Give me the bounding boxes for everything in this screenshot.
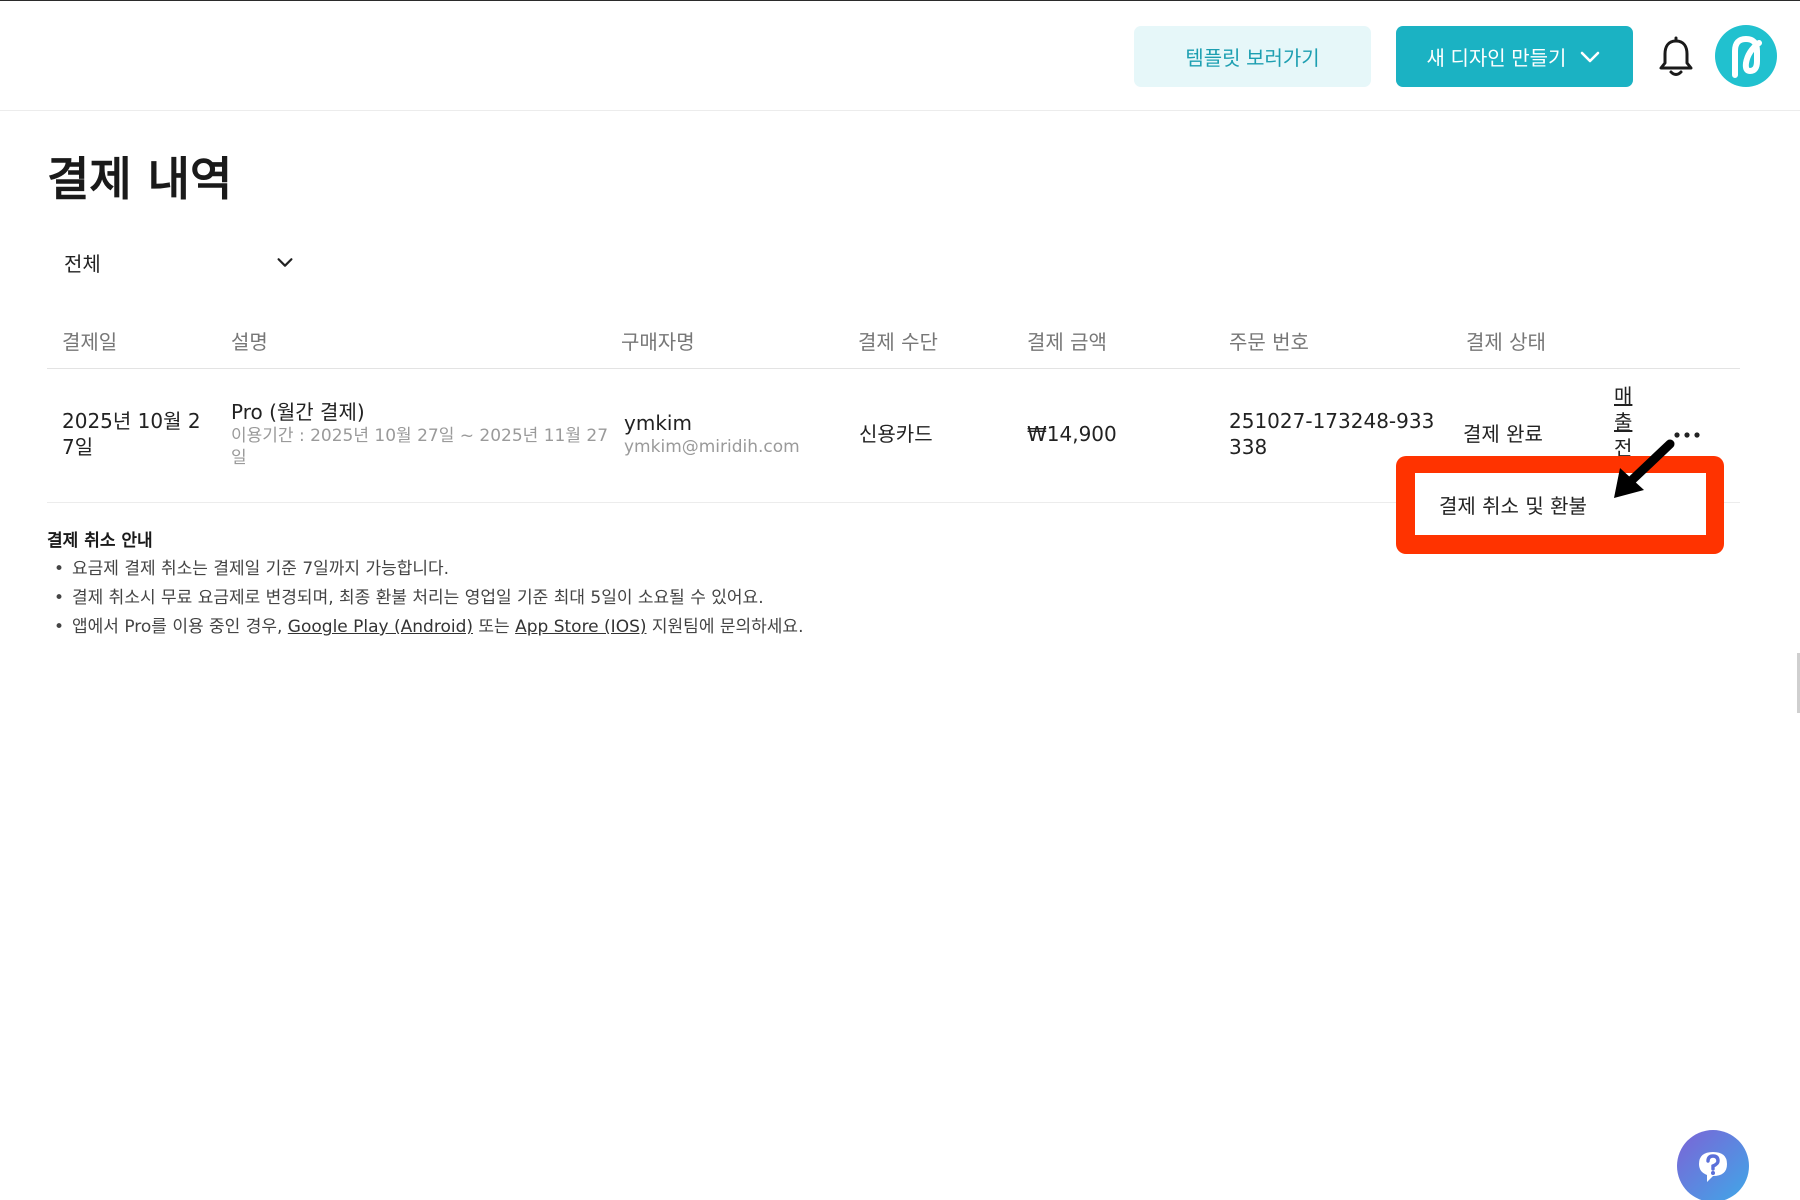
bell-icon[interactable] (1656, 36, 1696, 78)
google-play-link[interactable]: Google Play (Android) (288, 617, 473, 637)
notice-item: • 요금제 결제 취소는 결제일 기준 7일까지 가능합니다. (54, 559, 450, 579)
payment-amount: ₩14,900 (1027, 422, 1117, 446)
help-question-icon (1699, 1152, 1727, 1182)
header-divider (47, 368, 1740, 369)
column-header-buyer: 구매자명 (621, 330, 695, 354)
chevron-down-icon (1581, 51, 1600, 62)
status-filter-select[interactable]: 전체 (64, 244, 296, 280)
page-title: 결제 내역 (47, 152, 233, 206)
help-button[interactable] (1677, 1130, 1749, 1200)
plan-description: Pro (월간 결제) 이용기간 : 2025년 10월 27일 ~ 2025년… (231, 399, 608, 469)
order-number: 251027-173248-933 338 (1229, 409, 1435, 459)
plan-name: Pro (월간 결제) (231, 400, 365, 424)
new-design-button[interactable]: 새 디자인 만들기 (1396, 26, 1633, 87)
buyer: ymkim ymkim@miridih.com (624, 410, 800, 458)
notice-title: 결제 취소 안내 (47, 531, 153, 551)
cancel-refund-menu-item[interactable]: 결제 취소 및 환불 (1439, 490, 1587, 519)
top-bar: 템플릿 보러가기 새 디자인 만들기 (0, 0, 1800, 111)
new-design-label: 새 디자인 만들기 (1426, 48, 1567, 70)
avatar[interactable] (1715, 25, 1777, 87)
app-store-link[interactable]: App Store (IOS) (515, 617, 646, 637)
payment-date: 2025년 10월 2 7일 (62, 409, 201, 459)
column-header-payment-method: 결제 수단 (858, 330, 938, 354)
payment-status: 결제 완료 (1463, 422, 1543, 446)
chevron-down-icon (277, 258, 293, 267)
pointer-arrow-icon (1614, 439, 1675, 498)
usage-period: 이용기간 : 2025년 10월 27일 ~ 2025년 11월 27 일 (231, 426, 609, 468)
notice-item: • 앱에서 Pro를 이용 중인 경우, Google Play (Android… (54, 617, 804, 637)
column-header-order-number: 주문 번호 (1229, 330, 1309, 354)
template-browse-button[interactable]: 템플릿 보러가기 (1134, 26, 1371, 87)
column-header-description: 설명 (231, 330, 268, 354)
notice-item: • 결제 취소시 무료 요금제로 변경되며, 최종 환불 처리는 영업일 기준 최… (54, 588, 764, 608)
payment-method: 신용카드 (859, 422, 933, 446)
logo-icon (1732, 36, 1762, 78)
notice-list: • 요금제 결제 취소는 결제일 기준 7일까지 가능합니다. • 결제 취소시 무… (54, 555, 803, 642)
column-header-date: 결제일 (62, 330, 118, 354)
buyer-name: ymkim (624, 411, 692, 435)
column-header-amount: 결제 금액 (1027, 330, 1107, 354)
column-header-status: 결제 상태 (1466, 330, 1546, 354)
buyer-email: ymkim@miridih.com (624, 437, 800, 457)
filter-selected-value: 전체 (64, 251, 101, 276)
